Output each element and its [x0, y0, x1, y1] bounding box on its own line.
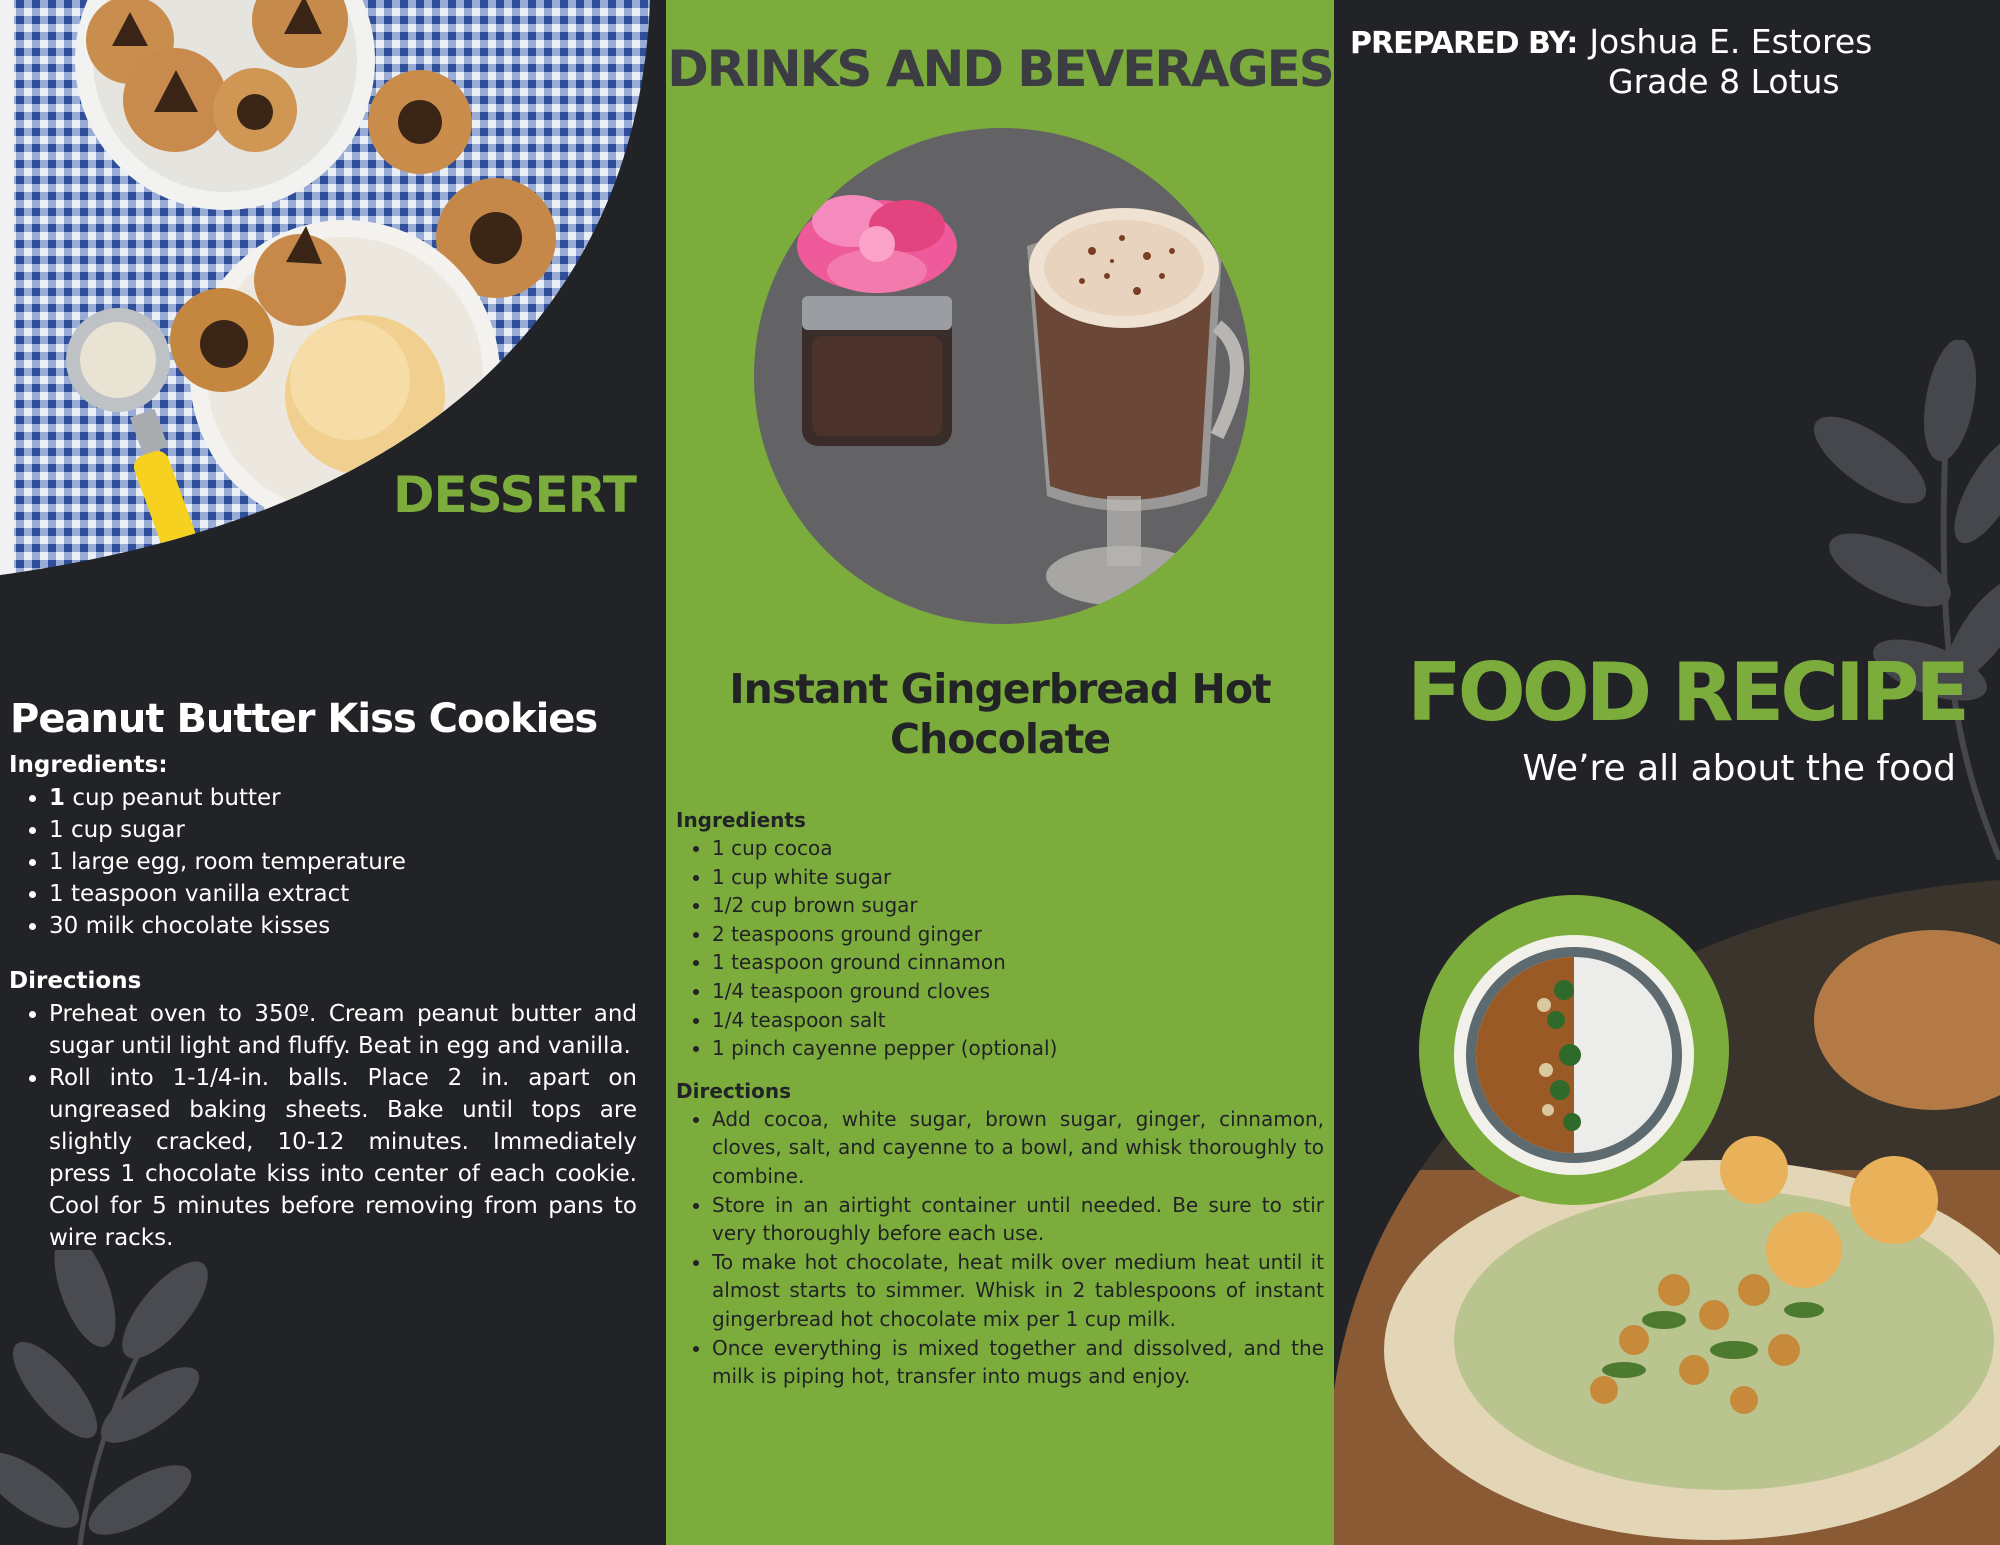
list-item: Roll into 1-1/4-in. balls. Place 2 in. a…	[49, 1062, 637, 1254]
food-photo	[1334, 880, 2000, 1545]
prepared-by-label: PREPARED BY:	[1350, 26, 1578, 61]
brochure-title: FOOD RECIPE	[1407, 646, 1970, 739]
cocoa-ingredients-list: 1 cup cocoa 1 cup white sugar 1/2 cup br…	[676, 834, 1324, 1063]
list-item: 30 milk chocolate kisses	[49, 910, 637, 942]
cookie-recipe-body: Ingredients: 1 cup peanut butter 1 cup s…	[9, 752, 637, 1254]
list-item: 1 large egg, room temperature	[49, 846, 637, 878]
cookie-directions-list: Preheat oven to 350º. Cream peanut butte…	[9, 998, 637, 1254]
list-item: Once everything is mixed together and di…	[712, 1334, 1324, 1391]
list-item: 1/4 teaspoon ground cloves	[712, 977, 1324, 1006]
cocoa-recipe-title: Instant Gingerbread Hot Chocolate	[729, 665, 1271, 763]
middle-panel: DRINKS AND BEVERAGES Instant Gingerbread…	[666, 0, 1334, 1545]
list-item: Store in an airtight container until nee…	[712, 1191, 1324, 1248]
drinks-section-title: DRINKS AND BEVERAGES	[667, 40, 1334, 98]
author-grade: Grade 8 Lotus	[1608, 62, 1840, 101]
leaf-decoration-icon	[0, 1250, 208, 1545]
list-item: 1 pinch cayenne pepper (optional)	[712, 1034, 1324, 1063]
brochure-tagline: We’re all about the food	[1522, 748, 1956, 789]
list-item: 1 teaspoon ground cinnamon	[712, 948, 1324, 977]
cookie-recipe-title: Peanut Butter Kiss Cookies	[10, 696, 598, 742]
cookie-ingredients-heading: Ingredients:	[9, 752, 168, 778]
list-item: To make hot chocolate, heat milk over me…	[712, 1248, 1324, 1334]
cocoa-ingredients-heading: Ingredients	[676, 808, 806, 832]
list-item: 1/2 cup brown sugar	[712, 891, 1324, 920]
list-item: Add cocoa, white sugar, brown sugar, gin…	[712, 1105, 1324, 1191]
cocoa-recipe-body: Ingredients 1 cup cocoa 1 cup white suga…	[676, 808, 1324, 1391]
list-item: 1 cup cocoa	[712, 834, 1324, 863]
list-item: 1 cup sugar	[49, 814, 637, 846]
cocoa-directions-list: Add cocoa, white sugar, brown sugar, gin…	[676, 1105, 1324, 1391]
list-item: Preheat oven to 350º. Cream peanut butte…	[49, 998, 637, 1062]
left-panel: DESSERT Peanut Butter Kiss Cookies Ingre…	[0, 0, 666, 1545]
cocoa-directions-heading: Directions	[676, 1078, 792, 1103]
cookie-directions-heading: Directions	[9, 968, 142, 994]
author-name: Joshua E. Estores	[1589, 22, 1873, 61]
hot-chocolate-photo	[754, 128, 1250, 624]
list-item: 1 cup peanut butter	[49, 782, 637, 814]
list-item: 2 teaspoons ground ginger	[712, 920, 1324, 949]
dessert-section-title: DESSERT	[393, 466, 637, 524]
list-item: 1 teaspoon vanilla extract	[49, 878, 637, 910]
cookie-ingredients-list: 1 cup peanut butter 1 cup sugar 1 large …	[9, 782, 637, 942]
prepared-by-block: PREPARED BY: Joshua E. Estores Grade 8 Lo…	[1350, 22, 1873, 101]
right-panel: PREPARED BY: Joshua E. Estores Grade 8 Lo…	[1334, 0, 2000, 1545]
list-item: 1/4 teaspoon salt	[712, 1006, 1324, 1035]
list-item: 1 cup white sugar	[712, 863, 1324, 892]
